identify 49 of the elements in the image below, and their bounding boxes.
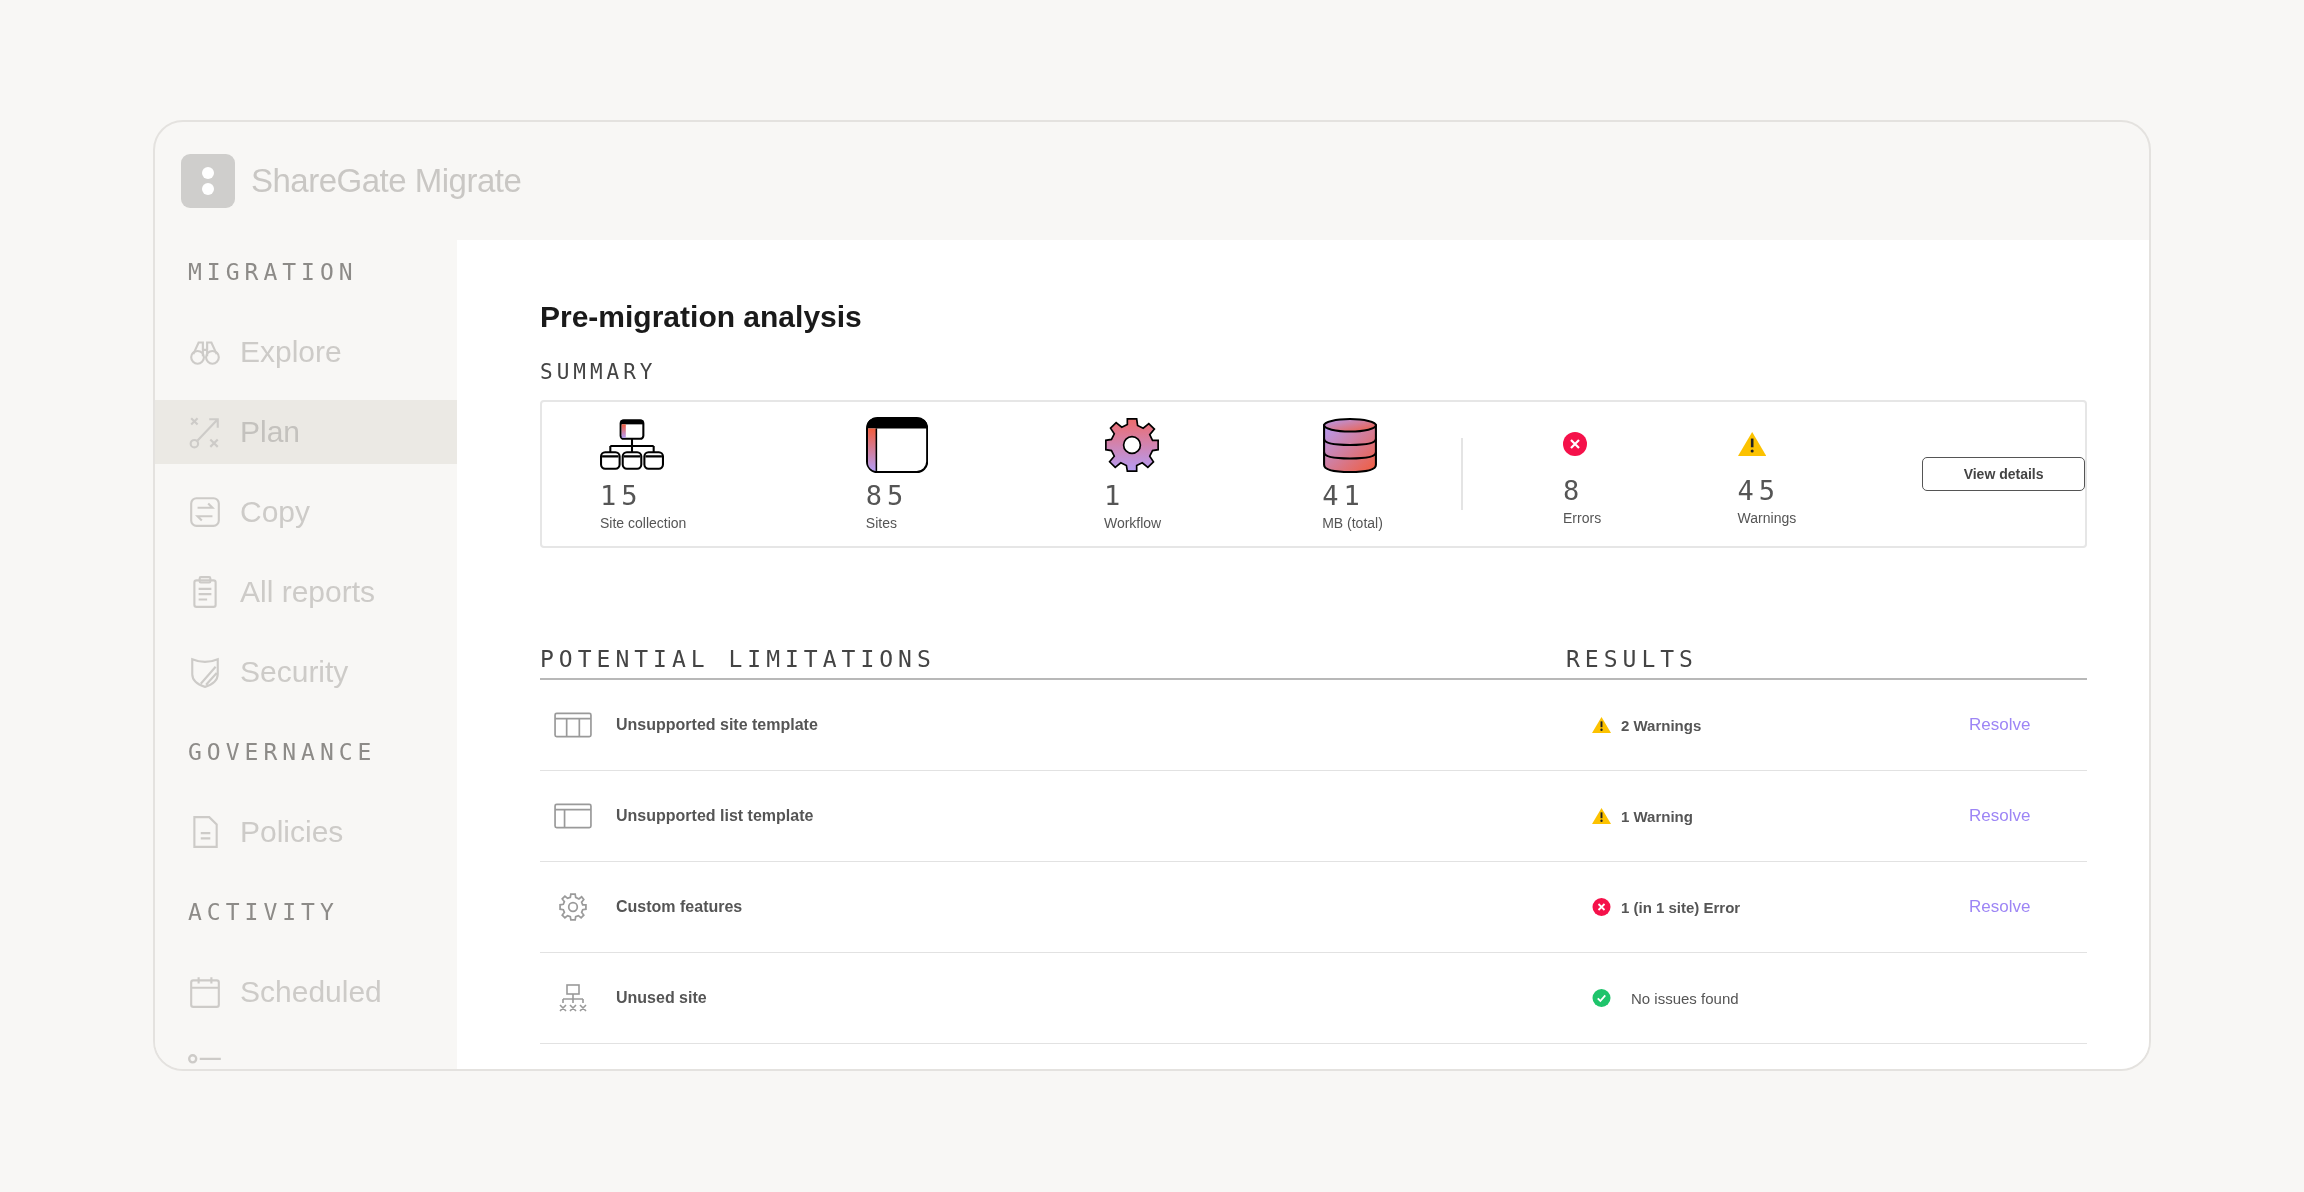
shield-icon (188, 655, 222, 689)
list-template-icon (554, 803, 592, 829)
section-heading: MIGRATION (187, 258, 359, 287)
view-details-button[interactable]: View details (1922, 457, 2085, 491)
gear-icon (1103, 417, 1160, 474)
resolve-link[interactable]: Resolve (1969, 715, 2031, 734)
sitemap-icon (558, 984, 588, 1012)
stat-value: 41 (1322, 481, 1365, 511)
stat-label: Site collection (600, 514, 687, 531)
warning-icon (1592, 716, 1611, 734)
resolve-link[interactable]: Resolve (1969, 806, 2031, 825)
check-icon (1592, 989, 1611, 1007)
stat-value: 1 (1103, 481, 1126, 511)
swap-icon (188, 495, 222, 529)
limitation-name: Unused site (616, 989, 707, 1007)
stat-label: Sites (865, 514, 897, 531)
limitation-name: Unsupported list template (616, 807, 814, 825)
error-icon (1563, 432, 1587, 457)
error-icon (1592, 898, 1611, 916)
column-header: RESULTS (1566, 646, 1698, 672)
site-template-icon (554, 712, 592, 738)
column-header: POTENTIAL LIMITATIONS (540, 646, 937, 672)
stat-label: Workflow (1103, 514, 1162, 531)
stat-value: 85 (865, 481, 909, 511)
database-icon (1322, 417, 1379, 474)
warning-icon (1737, 432, 1766, 457)
section-heading: ACTIVITY (187, 898, 340, 927)
warning-icon (1592, 807, 1611, 825)
gear-icon (558, 893, 588, 921)
stat-label: MB (total) (1322, 514, 1383, 531)
resolve-link[interactable]: Resolve (1969, 897, 2031, 916)
stat-value: 8 (1563, 476, 1585, 506)
stat-value: 15 (600, 481, 643, 511)
section-heading: SUMMARY (540, 360, 658, 384)
result-text: No issues found (1631, 989, 1739, 1007)
stat-value: 45 (1737, 476, 1781, 506)
stat-label: Warnings (1737, 509, 1797, 526)
logo-icon (181, 154, 235, 208)
route-icon (188, 415, 222, 449)
result-text: 1 (in 1 site) Error (1621, 898, 1741, 916)
limitation-name: Custom features (616, 898, 743, 916)
limitation-name: Unsupported site template (616, 716, 818, 734)
stat-label: Errors (1563, 509, 1602, 526)
window-icon (865, 417, 929, 474)
page-title: Pre-migration analysis (540, 300, 863, 334)
calendar-icon (188, 975, 222, 1009)
result-text: 1 Warning (1621, 807, 1693, 825)
result-text: 2 Warnings (1621, 716, 1702, 734)
section-heading: GOVERNANCE (187, 738, 378, 767)
